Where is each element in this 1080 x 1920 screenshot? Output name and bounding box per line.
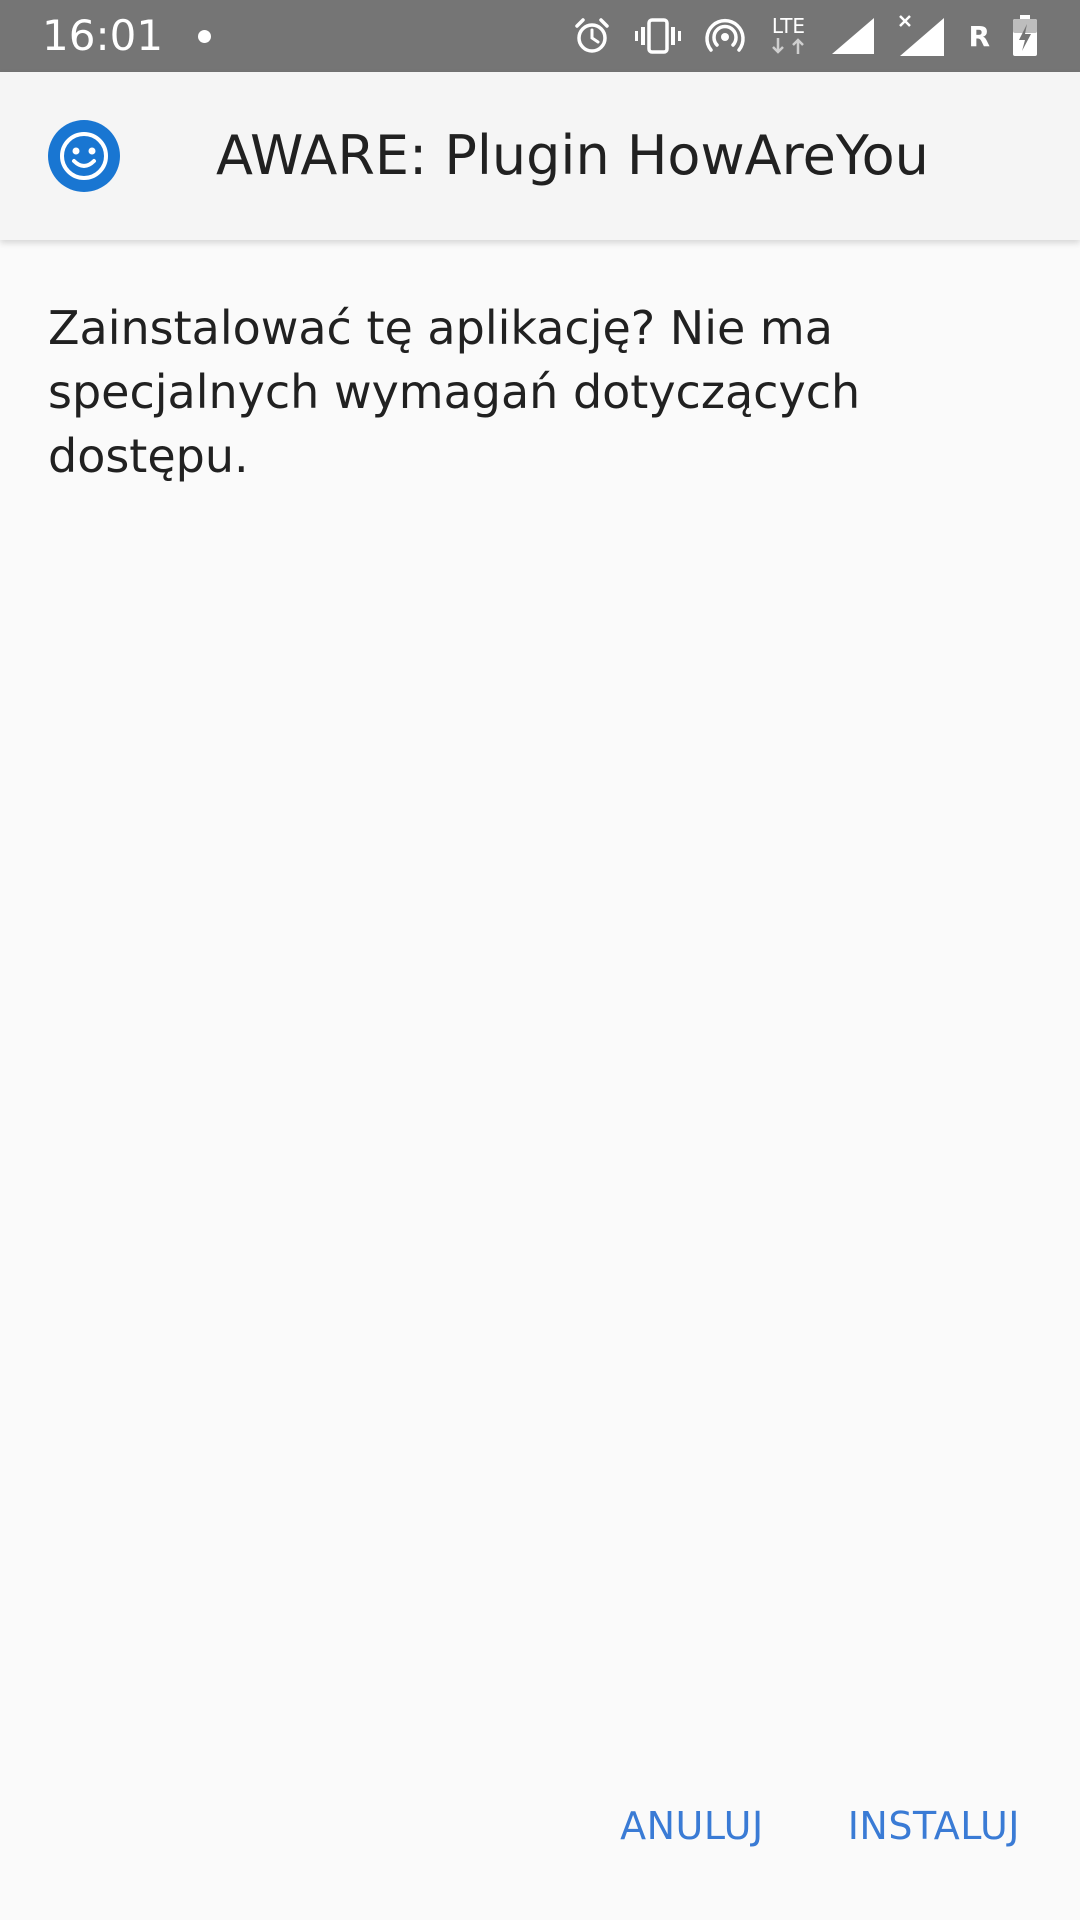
roaming-icon: R xyxy=(968,19,990,53)
install-message: Zainstalować tę aplikację? Nie ma specja… xyxy=(48,301,861,483)
signal-no-data-icon xyxy=(898,14,946,58)
alarm-icon xyxy=(572,16,612,56)
hotspot-icon xyxy=(704,15,746,57)
install-button[interactable]: INSTALUJ xyxy=(836,1794,1032,1858)
lte-data-icon: LTE xyxy=(768,16,808,56)
status-bar: 16:01 LTE R xyxy=(0,0,1080,72)
lte-label: LTE xyxy=(771,14,806,38)
smiley-face-icon xyxy=(48,120,120,192)
status-time: 16:01 xyxy=(42,11,164,60)
notification-dot-icon xyxy=(198,30,211,43)
dialog-buttons: ANULUJ INSTALUJ xyxy=(608,1790,1032,1862)
install-screen: 16:01 LTE R AWARE: Plugin HowAreYou Zain… xyxy=(0,0,1080,1920)
status-icons: LTE R xyxy=(572,12,1038,60)
app-bar: AWARE: Plugin HowAreYou xyxy=(0,72,1080,240)
cancel-button[interactable]: ANULUJ xyxy=(608,1794,776,1858)
app-title: AWARE: Plugin HowAreYou xyxy=(216,124,929,187)
signal-icon xyxy=(830,16,876,56)
battery-charging-icon xyxy=(1012,15,1038,57)
vibrate-icon xyxy=(634,16,682,56)
